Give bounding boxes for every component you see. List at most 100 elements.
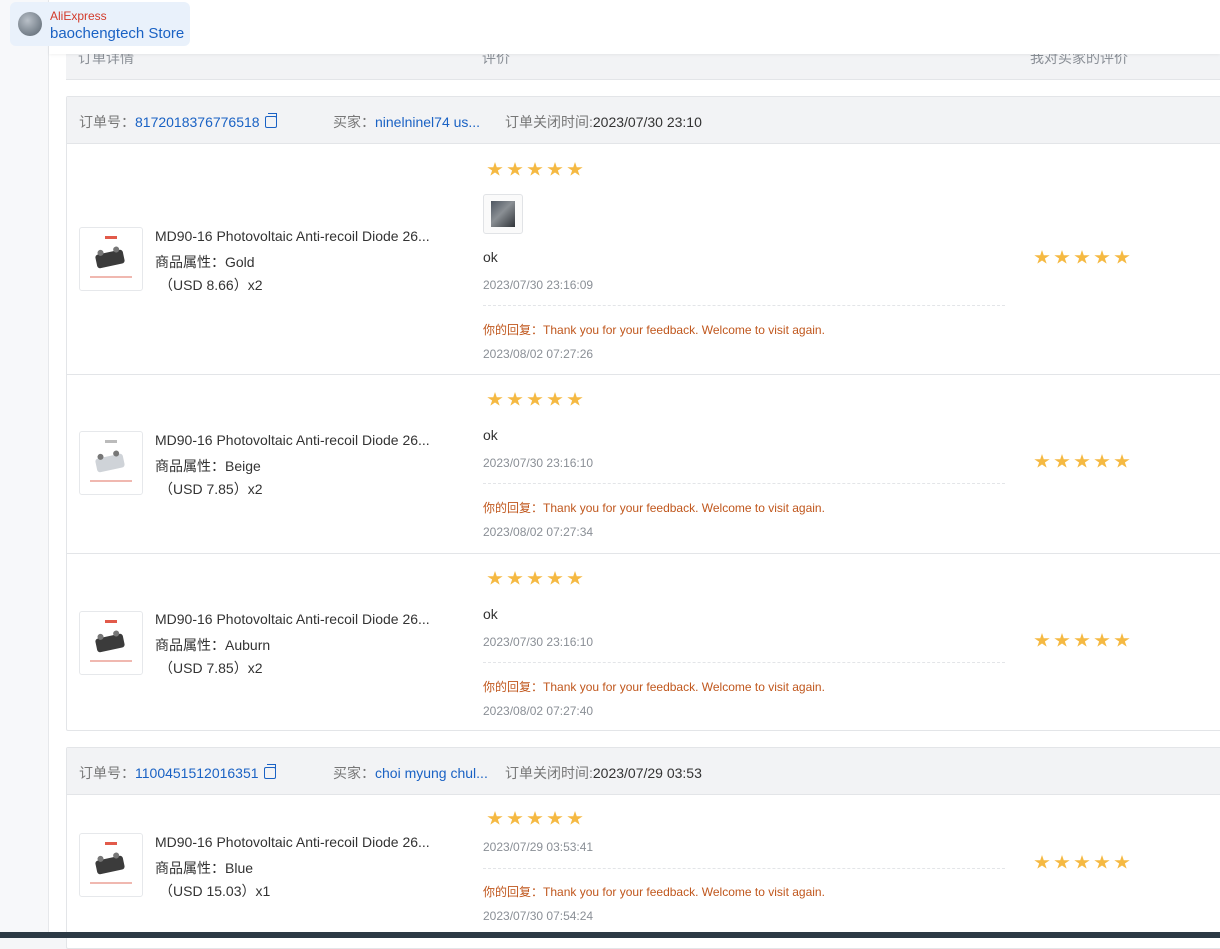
review-text: ok [483,427,498,443]
product-thumbnail[interactable] [79,611,143,675]
star-icon [507,811,523,825]
review-text: ok [483,249,498,265]
star-icon [547,811,563,825]
buyer-link[interactable]: choi myung chul... [375,765,488,781]
reply-label: 你的回复： [483,680,544,694]
order-item: MD90-16 Photovoltaic Anti-recoil Diode 2… [67,795,1220,945]
review-photo[interactable] [483,194,523,234]
reply-time: 2023/08/02 07:27:34 [483,525,594,539]
reply-text: Thank you for your feedback. Welcome to … [543,501,825,515]
close-time-label: 订单关闭时间: [505,765,593,781]
product-thumbnail[interactable] [79,431,143,495]
order-header: 订单号：1100451512016351 买家：choi myung chul.… [67,748,1220,795]
star-icon [487,571,503,585]
star-icon [1094,633,1110,647]
buyer-label: 买家： [333,114,375,130]
order-item: MD90-16 Photovoltaic Anti-recoil Diode 2… [67,554,1220,731]
star-icon [1114,633,1130,647]
order-no-label: 订单号： [79,114,135,130]
order-header: 订单号：8172018376776518 买家：ninelninel74 us.… [67,97,1220,144]
product-price: （USD 15.03）x1 [159,883,271,899]
order-item: MD90-16 Photovoltaic Anti-recoil Diode 2… [67,144,1220,375]
store-badge[interactable]: AliExpress baochengtech Store [10,2,190,46]
order-item: MD90-16 Photovoltaic Anti-recoil Diode 2… [67,375,1220,554]
divider [483,483,1005,484]
my-rating-stars [1034,633,1130,648]
buyer-rating-stars [487,571,583,586]
reply-text: Thank you for your feedback. Welcome to … [543,323,825,337]
star-icon [1054,633,1070,647]
divider [483,868,1005,869]
star-icon [487,811,503,825]
star-icon [1094,454,1110,468]
attr-value: Beige [225,458,261,474]
reply-time: 2023/08/02 07:27:40 [483,704,594,718]
product-name[interactable]: MD90-16 Photovoltaic Anti-recoil Diode 2… [155,611,450,627]
order-no-label: 订单号： [79,765,135,781]
star-icon [1074,633,1090,647]
star-icon [487,392,503,406]
star-icon [1114,855,1130,869]
product-thumbnail[interactable] [79,833,143,897]
attr-label: 商品属性： [155,254,225,270]
star-icon [1074,250,1090,264]
star-icon [1094,250,1110,264]
order-no-link[interactable]: 1100451512016351 [135,765,259,781]
bottom-bar [0,932,1220,938]
attr-label: 商品属性： [155,860,225,876]
review-text: ok [483,606,498,622]
star-icon [527,392,543,406]
divider [483,305,1005,306]
star-icon [1074,855,1090,869]
star-icon [1034,454,1050,468]
product-price: （USD 7.85）x2 [159,481,263,497]
reply-time: 2023/08/02 07:27:26 [483,347,594,361]
star-icon [527,811,543,825]
star-icon [1034,855,1050,869]
my-rating-stars [1034,855,1130,870]
store-name[interactable]: baochengtech Store [50,25,184,42]
star-icon [567,811,583,825]
review-time: 2023/07/30 23:16:09 [483,278,594,292]
star-icon [507,571,523,585]
product-name[interactable]: MD90-16 Photovoltaic Anti-recoil Diode 2… [155,432,450,448]
copy-icon[interactable] [263,764,276,779]
attr-value: Auburn [225,637,271,653]
order-card: 订单号：1100451512016351 买家：choi myung chul.… [66,747,1220,949]
order-no-link[interactable]: 8172018376776518 [135,114,260,130]
reply-time: 2023/07/30 07:54:24 [483,909,594,923]
order-card: 订单号：8172018376776518 买家：ninelninel74 us.… [66,96,1220,731]
attr-label: 商品属性： [155,458,225,474]
star-icon [507,162,523,176]
star-icon [487,162,503,176]
star-icon [507,392,523,406]
star-icon [1054,454,1070,468]
close-time-value: 2023/07/30 23:10 [592,114,702,130]
star-icon [547,392,563,406]
review-time: 2023/07/29 03:53:41 [483,840,594,854]
product-name[interactable]: MD90-16 Photovoltaic Anti-recoil Diode 2… [155,228,450,244]
star-icon [1054,855,1070,869]
star-icon [1094,855,1110,869]
buyer-rating-stars [487,162,583,177]
reply-label: 你的回复： [483,323,544,337]
reply-label: 你的回复： [483,501,544,515]
buyer-rating-stars [487,811,583,826]
reply-label: 你的回复： [483,885,544,899]
brand-name: AliExpress [50,9,107,23]
product-price: （USD 8.66）x2 [159,277,263,293]
review-time: 2023/07/30 23:16:10 [483,456,594,470]
review-time: 2023/07/30 23:16:10 [483,635,594,649]
star-icon [1054,250,1070,264]
star-icon [527,571,543,585]
divider [483,662,1005,663]
my-rating-stars [1034,454,1130,469]
attr-value: Blue [225,860,254,876]
buyer-rating-stars [487,392,583,407]
copy-icon[interactable] [264,113,277,128]
product-price: （USD 7.85）x2 [159,660,263,676]
product-name[interactable]: MD90-16 Photovoltaic Anti-recoil Diode 2… [155,834,450,850]
product-thumbnail[interactable] [79,227,143,291]
star-icon [1114,454,1130,468]
buyer-link[interactable]: ninelninel74 us... [375,114,480,130]
